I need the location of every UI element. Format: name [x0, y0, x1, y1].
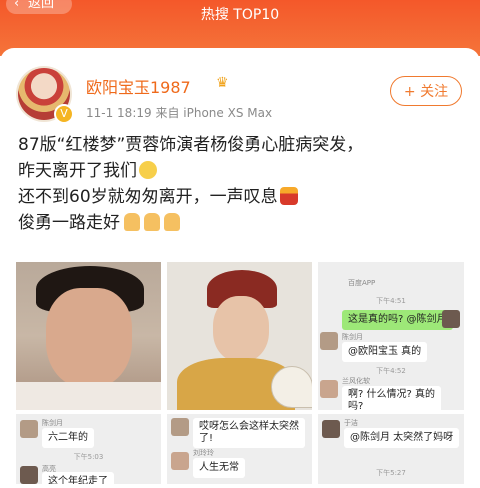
- chat-time: 下午4:52: [376, 367, 406, 375]
- chat-time: 下午5:27: [376, 469, 406, 477]
- pray-emoji-icon: [144, 213, 160, 231]
- photo-shirt: [16, 382, 161, 410]
- chat-time: 下午5:03: [73, 453, 104, 461]
- chat-text: 哎呀怎么会这样太突然: [199, 421, 299, 432]
- post-source: 来自 iPhone XS Max: [155, 106, 273, 120]
- chat-avatar: [20, 420, 38, 438]
- chat-avatar: [171, 452, 189, 470]
- post-line: 还不到60岁就匆匆离开，一声叹息: [18, 187, 278, 207]
- hot-search-title: 热搜 TOP10: [200, 7, 280, 23]
- post-photo-chat-2[interactable]: 陈剑月 六二年的 下午5:03 高亮 这个年纪走了: [16, 414, 161, 484]
- chat-avatar: [320, 332, 338, 350]
- post-time: 11-1 18:19: [86, 106, 152, 120]
- follow-button[interactable]: + 关注: [390, 76, 462, 106]
- chat-avatar: [171, 418, 189, 436]
- crown-icon: ♛: [216, 75, 229, 91]
- post-line: 俊勇一路走好: [18, 213, 120, 233]
- chat-text: 啊? 什么情况? 真的: [348, 389, 435, 400]
- chat-text: 了!: [199, 433, 214, 444]
- post-photo-costume[interactable]: [167, 262, 312, 410]
- chat-bubble: 哎呀怎么会这样太突然 了!: [193, 418, 305, 448]
- chat-sender: 陈剑月: [342, 333, 363, 341]
- post-line: 87版“红楼梦”贾蓉饰演者杨俊勇心脏病突发，: [18, 135, 364, 155]
- chat-sender: 于洁: [344, 419, 358, 427]
- chat-avatar: [442, 310, 460, 328]
- post-photo-chat-3[interactable]: 哎呀怎么会这样太突然 了! 刘玲玲 人生无常: [167, 414, 312, 484]
- chat-bubble: 这个年纪走了: [42, 472, 114, 484]
- pray-emoji-icon: [124, 213, 140, 231]
- post-line: 昨天离开了我们: [18, 161, 137, 181]
- chat-avatar: [320, 380, 338, 398]
- chat-bubble: @陈剑月 太突然了妈呀: [344, 428, 460, 448]
- chat-sender: 刘玲玲: [193, 449, 214, 457]
- photo-fan: [271, 366, 312, 408]
- chat-bubble: @欧阳宝玉 真的: [342, 342, 428, 362]
- candle-emoji-icon: [279, 187, 298, 205]
- chat-avatar: [20, 466, 38, 484]
- photo-face: [46, 288, 132, 388]
- post-text: 87版“红楼梦”贾蓉饰演者杨俊勇心脏病突发， 昨天离开了我们 还不到60岁就匆匆…: [18, 132, 468, 236]
- chat-bubble: 人生无常: [193, 458, 245, 478]
- username[interactable]: 欧阳宝玉1987: [86, 74, 191, 98]
- chat-sender: 兰风化软: [342, 377, 370, 385]
- chat-time: 下午4:51: [376, 297, 406, 305]
- photo-face: [213, 296, 269, 362]
- chat-bubble: 这是真的吗? @陈剑月: [342, 310, 453, 330]
- chat-text: 吗?: [348, 401, 364, 410]
- chat-bubble: 啊? 什么情况? 真的 吗?: [342, 386, 441, 410]
- chat-app-label: 百度APP: [348, 279, 376, 287]
- pray-emoji-icon: [164, 213, 180, 231]
- crying-emoji-icon: [139, 161, 157, 179]
- post-photo-chat-4[interactable]: 于洁 @陈剑月 太突然了妈呀 下午5:27: [318, 414, 464, 484]
- chat-avatar: [322, 420, 340, 438]
- chat-sender: 陈剑月: [42, 419, 63, 427]
- verified-badge-icon: V: [54, 104, 74, 124]
- post-photo-portrait[interactable]: [16, 262, 161, 410]
- post-meta: 11-1 18:19 来自 iPhone XS Max: [86, 104, 272, 121]
- chat-bubble: 六二年的: [42, 428, 94, 448]
- post-photo-chat-1[interactable]: 百度APP 下午4:51 这是真的吗? @陈剑月 陈剑月 @欧阳宝玉 真的 下午…: [318, 262, 464, 410]
